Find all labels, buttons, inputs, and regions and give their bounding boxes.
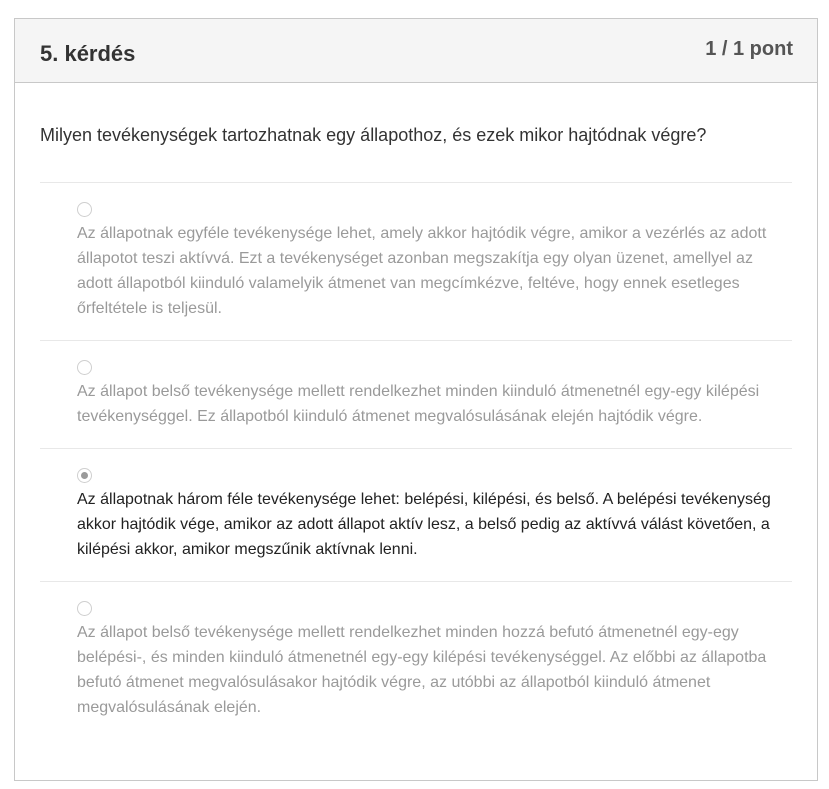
question-card: 5. kérdés 1 / 1 pont Milyen tevékenysége… bbox=[14, 18, 818, 781]
question-text: Milyen tevékenységek tartozhatnak egy ál… bbox=[40, 83, 792, 183]
answer-option-4[interactable]: Az állapot belső tevékenysége mellett re… bbox=[40, 582, 792, 739]
radio-button[interactable] bbox=[77, 468, 92, 483]
answer-option-1[interactable]: Az állapotnak egyféle tevékenysége lehet… bbox=[40, 183, 792, 341]
radio-button[interactable] bbox=[77, 202, 92, 217]
answer-option-text: Az állapot belső tevékenysége mellett re… bbox=[77, 624, 767, 716]
radio-button[interactable] bbox=[77, 360, 92, 375]
answer-option-text: Az állapot belső tevékenysége mellett re… bbox=[77, 383, 760, 425]
question-points: 1 / 1 pont bbox=[705, 38, 793, 60]
answer-option-3[interactable]: Az állapotnak három féle tevékenysége le… bbox=[40, 449, 792, 582]
question-title: 5. kérdés bbox=[40, 41, 136, 66]
question-header: 5. kérdés 1 / 1 pont bbox=[15, 19, 817, 83]
answer-option-text: Az állapotnak egyféle tevékenysége lehet… bbox=[77, 225, 767, 317]
answer-option-2[interactable]: Az állapot belső tevékenysége mellett re… bbox=[40, 341, 792, 449]
question-body: Milyen tevékenységek tartozhatnak egy ál… bbox=[15, 83, 817, 739]
answer-option-text: Az állapotnak három féle tevékenysége le… bbox=[77, 491, 771, 558]
radio-button[interactable] bbox=[77, 601, 92, 616]
